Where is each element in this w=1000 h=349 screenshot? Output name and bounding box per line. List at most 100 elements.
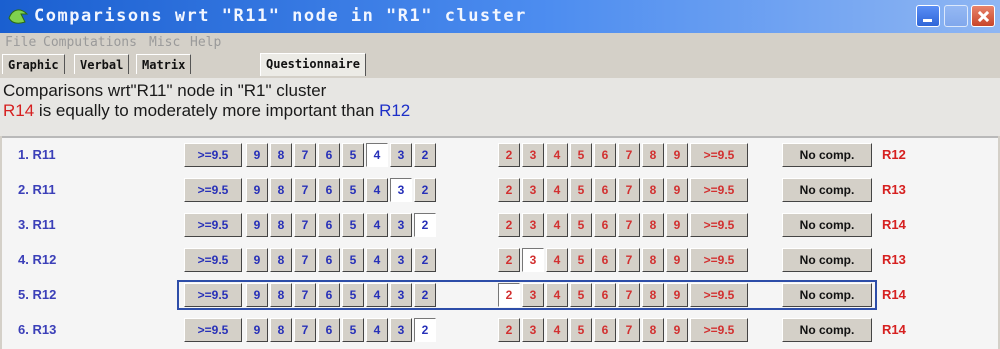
scale-left-7-button[interactable]: 7 — [294, 248, 316, 272]
scale-right-3-button[interactable]: 3 — [522, 318, 544, 342]
scale-right-9-button[interactable]: 9 — [666, 143, 688, 167]
scale-right-3-button[interactable]: 3 — [522, 143, 544, 167]
scale-left-9-button[interactable]: 9 — [246, 178, 268, 202]
scale-left-3-button[interactable]: 3 — [390, 318, 412, 342]
scale-right-2-button[interactable]: 2 — [498, 143, 520, 167]
scale-left-5-button[interactable]: 5 — [342, 178, 364, 202]
scale-right-3-button[interactable]: 3 — [522, 283, 544, 307]
scale-left-7-button[interactable]: 7 — [294, 318, 316, 342]
scale-right-4-button[interactable]: 4 — [546, 248, 568, 272]
no-comparison-button[interactable]: No comp. — [782, 213, 872, 237]
scale-right-7-button[interactable]: 7 — [618, 178, 640, 202]
scale-right-2-button[interactable]: 2 — [498, 213, 520, 237]
no-comparison-button[interactable]: No comp. — [782, 143, 872, 167]
tab-graphic[interactable]: Graphic — [2, 54, 65, 74]
scale-right-2-button[interactable]: 2 — [498, 178, 520, 202]
scale-left-2-button[interactable]: 2 — [414, 143, 436, 167]
scale-left-4-button[interactable]: 4 — [366, 213, 388, 237]
scale-left-7-button[interactable]: 7 — [294, 283, 316, 307]
scale-right-8-button[interactable]: 8 — [642, 318, 664, 342]
scale-right-4-button[interactable]: 4 — [546, 283, 568, 307]
scale-right-9-button[interactable]: 9 — [666, 178, 688, 202]
scale-left-gte-9.5-button[interactable]: >=9.5 — [184, 213, 242, 237]
scale-left-8-button[interactable]: 8 — [270, 283, 292, 307]
scale-right-4-button[interactable]: 4 — [546, 143, 568, 167]
scale-right-5-button[interactable]: 5 — [570, 318, 592, 342]
scale-right-6-button[interactable]: 6 — [594, 318, 616, 342]
scale-left-8-button[interactable]: 8 — [270, 318, 292, 342]
scale-right-8-button[interactable]: 8 — [642, 248, 664, 272]
scale-right-7-button[interactable]: 7 — [618, 283, 640, 307]
scale-left-9-button[interactable]: 9 — [246, 248, 268, 272]
scale-left-7-button[interactable]: 7 — [294, 178, 316, 202]
scale-right-6-button[interactable]: 6 — [594, 213, 616, 237]
scale-left-2-button[interactable]: 2 — [414, 213, 436, 237]
scale-left-5-button[interactable]: 5 — [342, 283, 364, 307]
scale-right-3-button[interactable]: 3 — [522, 248, 544, 272]
no-comparison-button[interactable]: No comp. — [782, 318, 872, 342]
menu-file[interactable]: File — [5, 35, 36, 50]
scale-right-6-button[interactable]: 6 — [594, 178, 616, 202]
scale-right-5-button[interactable]: 5 — [570, 283, 592, 307]
scale-left-4-button[interactable]: 4 — [366, 248, 388, 272]
scale-right-8-button[interactable]: 8 — [642, 213, 664, 237]
scale-right-4-button[interactable]: 4 — [546, 318, 568, 342]
scale-left-4-button[interactable]: 4 — [366, 318, 388, 342]
scale-left-4-button[interactable]: 4 — [366, 178, 388, 202]
scale-right-2-button[interactable]: 2 — [498, 318, 520, 342]
no-comparison-button[interactable]: No comp. — [782, 248, 872, 272]
title-bar[interactable]: Comparisons wrt "R11" node in "R1" clust… — [0, 0, 1000, 33]
scale-left-6-button[interactable]: 6 — [318, 143, 340, 167]
tab-verbal[interactable]: Verbal — [74, 54, 130, 74]
minimize-button[interactable] — [916, 5, 940, 27]
scale-left-3-button[interactable]: 3 — [390, 178, 412, 202]
scale-right-4-button[interactable]: 4 — [546, 213, 568, 237]
scale-left-6-button[interactable]: 6 — [318, 318, 340, 342]
menu-misc[interactable]: Misc — [149, 35, 180, 50]
no-comparison-button[interactable]: No comp. — [782, 283, 872, 307]
scale-right-gte-9.5-button[interactable]: >=9.5 — [690, 248, 748, 272]
scale-left-8-button[interactable]: 8 — [270, 248, 292, 272]
scale-left-2-button[interactable]: 2 — [414, 283, 436, 307]
scale-right-9-button[interactable]: 9 — [666, 213, 688, 237]
scale-left-2-button[interactable]: 2 — [414, 248, 436, 272]
scale-left-6-button[interactable]: 6 — [318, 178, 340, 202]
scale-left-gte-9.5-button[interactable]: >=9.5 — [184, 318, 242, 342]
scale-right-8-button[interactable]: 8 — [642, 283, 664, 307]
scale-left-3-button[interactable]: 3 — [390, 283, 412, 307]
no-comparison-button[interactable]: No comp. — [782, 178, 872, 202]
tab-matrix[interactable]: Matrix — [136, 54, 192, 74]
scale-right-6-button[interactable]: 6 — [594, 283, 616, 307]
scale-left-2-button[interactable]: 2 — [414, 318, 436, 342]
scale-left-3-button[interactable]: 3 — [390, 248, 412, 272]
scale-right-7-button[interactable]: 7 — [618, 248, 640, 272]
scale-right-gte-9.5-button[interactable]: >=9.5 — [690, 283, 748, 307]
scale-right-gte-9.5-button[interactable]: >=9.5 — [690, 178, 748, 202]
scale-left-8-button[interactable]: 8 — [270, 213, 292, 237]
scale-left-6-button[interactable]: 6 — [318, 213, 340, 237]
scale-right-7-button[interactable]: 7 — [618, 143, 640, 167]
scale-left-3-button[interactable]: 3 — [390, 143, 412, 167]
scale-right-4-button[interactable]: 4 — [546, 178, 568, 202]
scale-right-gte-9.5-button[interactable]: >=9.5 — [690, 318, 748, 342]
scale-left-7-button[interactable]: 7 — [294, 143, 316, 167]
scale-right-3-button[interactable]: 3 — [522, 213, 544, 237]
scale-left-8-button[interactable]: 8 — [270, 178, 292, 202]
scale-right-8-button[interactable]: 8 — [642, 143, 664, 167]
scale-left-9-button[interactable]: 9 — [246, 213, 268, 237]
scale-left-3-button[interactable]: 3 — [390, 213, 412, 237]
scale-right-7-button[interactable]: 7 — [618, 213, 640, 237]
scale-right-8-button[interactable]: 8 — [642, 178, 664, 202]
scale-right-5-button[interactable]: 5 — [570, 213, 592, 237]
scale-left-5-button[interactable]: 5 — [342, 143, 364, 167]
scale-left-4-button[interactable]: 4 — [366, 143, 388, 167]
scale-left-5-button[interactable]: 5 — [342, 318, 364, 342]
scale-left-8-button[interactable]: 8 — [270, 143, 292, 167]
maximize-button[interactable] — [944, 5, 968, 27]
menu-computations[interactable]: Computations — [43, 35, 137, 50]
scale-right-7-button[interactable]: 7 — [618, 318, 640, 342]
scale-right-gte-9.5-button[interactable]: >=9.5 — [690, 213, 748, 237]
tab-questionnaire[interactable]: Questionnaire — [260, 53, 366, 76]
scale-right-2-button[interactable]: 2 — [498, 248, 520, 272]
close-button[interactable] — [971, 5, 995, 27]
